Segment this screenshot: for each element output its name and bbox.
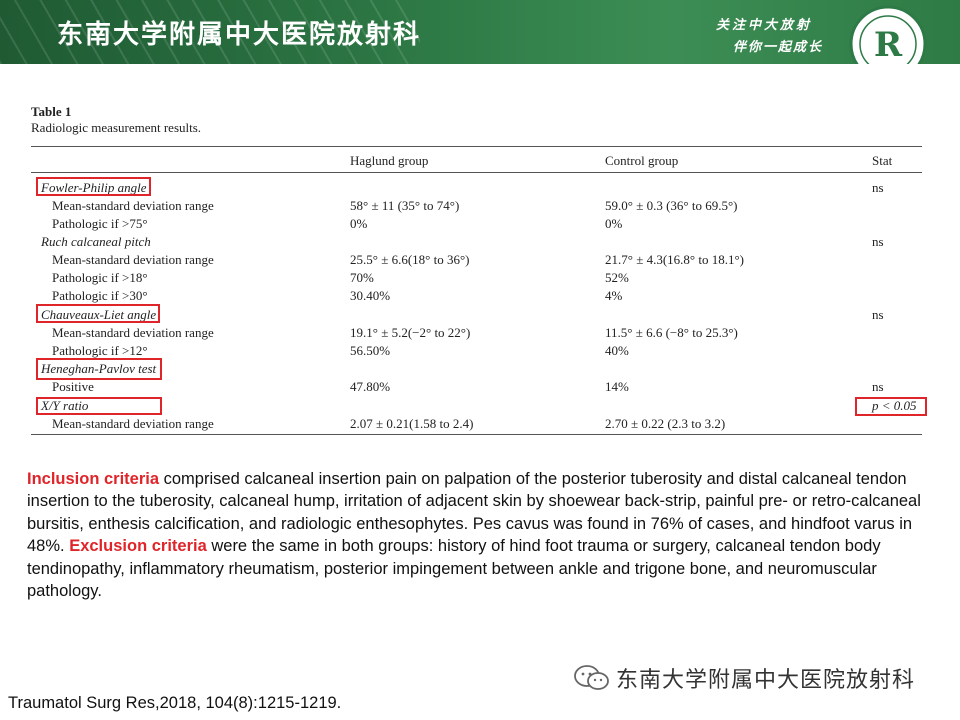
row-control-value: 11.5° ± 6.6 (−8° to 25.3°) bbox=[605, 325, 738, 340]
table-header-rule bbox=[31, 172, 922, 173]
row-label: Mean-standard deviation range bbox=[52, 252, 214, 267]
header-bar: 东南大学附属中大医院放射科 关注中大放射 伴你一起成长 R bbox=[0, 0, 960, 64]
table-bottom-rule bbox=[31, 434, 922, 435]
row-control-value: 52% bbox=[605, 270, 629, 285]
row-haglund-value: 30.40% bbox=[350, 288, 391, 303]
column-header-stat: Stat bbox=[872, 153, 893, 168]
row-haglund-value: 47.80% bbox=[350, 379, 391, 394]
row-stat: ns bbox=[872, 180, 884, 195]
highlight-box-heneghan-pavlov bbox=[36, 358, 162, 380]
row-haglund-value: 2.07 ± 0.21(1.58 to 2.4) bbox=[350, 416, 474, 431]
inclusion-criteria-label: Inclusion criteria bbox=[27, 470, 160, 488]
table-caption: Table 1 Radiologic measurement results. bbox=[31, 104, 201, 136]
row-control-value: 59.0° ± 0.3 (36° to 69.5°) bbox=[605, 198, 738, 213]
row-label: Positive bbox=[52, 379, 94, 394]
row-control-value: 2.70 ± 0.22 (2.3 to 3.2) bbox=[605, 416, 726, 431]
row-haglund-value: 56.50% bbox=[350, 343, 391, 358]
footer-brand: 东南大学附属中大医院放射科 bbox=[616, 668, 916, 693]
logo-letter: R bbox=[874, 25, 903, 64]
department-logo-icon: R bbox=[849, 5, 927, 64]
row-haglund-value: 58° ± 11 (35° to 74°) bbox=[350, 198, 460, 213]
row-haglund-value: 70% bbox=[350, 270, 374, 285]
row-label: Mean-standard deviation range bbox=[52, 325, 214, 340]
row-haglund-value: 0% bbox=[350, 216, 368, 231]
row-stat: ns bbox=[872, 234, 884, 249]
column-header-haglund: Haglund group bbox=[350, 153, 429, 168]
row-label: Pathologic if >30° bbox=[52, 288, 148, 303]
column-header-control: Control group bbox=[605, 153, 679, 168]
slogan-line-2: 伴你一起成长 bbox=[733, 40, 824, 55]
criteria-paragraph: Inclusion criteria comprised calcaneal i… bbox=[27, 468, 942, 602]
exclusion-criteria-label: Exclusion criteria bbox=[69, 537, 207, 556]
row-stat: ns bbox=[872, 307, 884, 322]
row-label: Pathologic if >75° bbox=[52, 216, 148, 231]
table-subtitle: Radiologic measurement results. bbox=[31, 120, 202, 135]
slogan-line-1: 关注中大放射 bbox=[716, 18, 813, 33]
highlight-box-pvalue bbox=[855, 397, 927, 416]
row-control-value: 21.7° ± 4.3(16.8° to 18.1°) bbox=[605, 252, 745, 267]
row-stat: ns bbox=[872, 379, 884, 394]
row-control-value: 4% bbox=[605, 288, 623, 303]
table-title: Table 1 bbox=[31, 104, 72, 119]
table-top-rule bbox=[31, 146, 922, 147]
row-control-value: 40% bbox=[605, 343, 629, 358]
row-haglund-value: 25.5° ± 6.6(18° to 36°) bbox=[350, 252, 470, 267]
row-haglund-value: 19.1° ± 5.2(−2° to 22°) bbox=[350, 325, 471, 340]
citation: Traumatol Surg Res,2018, 104(8):1215-121… bbox=[8, 694, 342, 712]
row-label: Mean-standard deviation range bbox=[52, 416, 214, 431]
row-label-ruch-calcaneal-pitch: Ruch calcaneal pitch bbox=[41, 234, 151, 249]
row-label: Pathologic if >18° bbox=[52, 270, 148, 285]
row-label: Mean-standard deviation range bbox=[52, 198, 214, 213]
row-label: Pathologic if >12° bbox=[52, 343, 148, 358]
row-control-value: 14% bbox=[605, 379, 629, 394]
header-title: 东南大学附属中大医院放射科 bbox=[57, 20, 422, 50]
row-control-value: 0% bbox=[605, 216, 623, 231]
wechat-icon bbox=[574, 665, 609, 690]
highlight-box-xy-ratio bbox=[36, 397, 162, 415]
highlight-box-fowler-philip bbox=[36, 177, 151, 196]
highlight-box-chauveaux-liet bbox=[36, 304, 160, 323]
